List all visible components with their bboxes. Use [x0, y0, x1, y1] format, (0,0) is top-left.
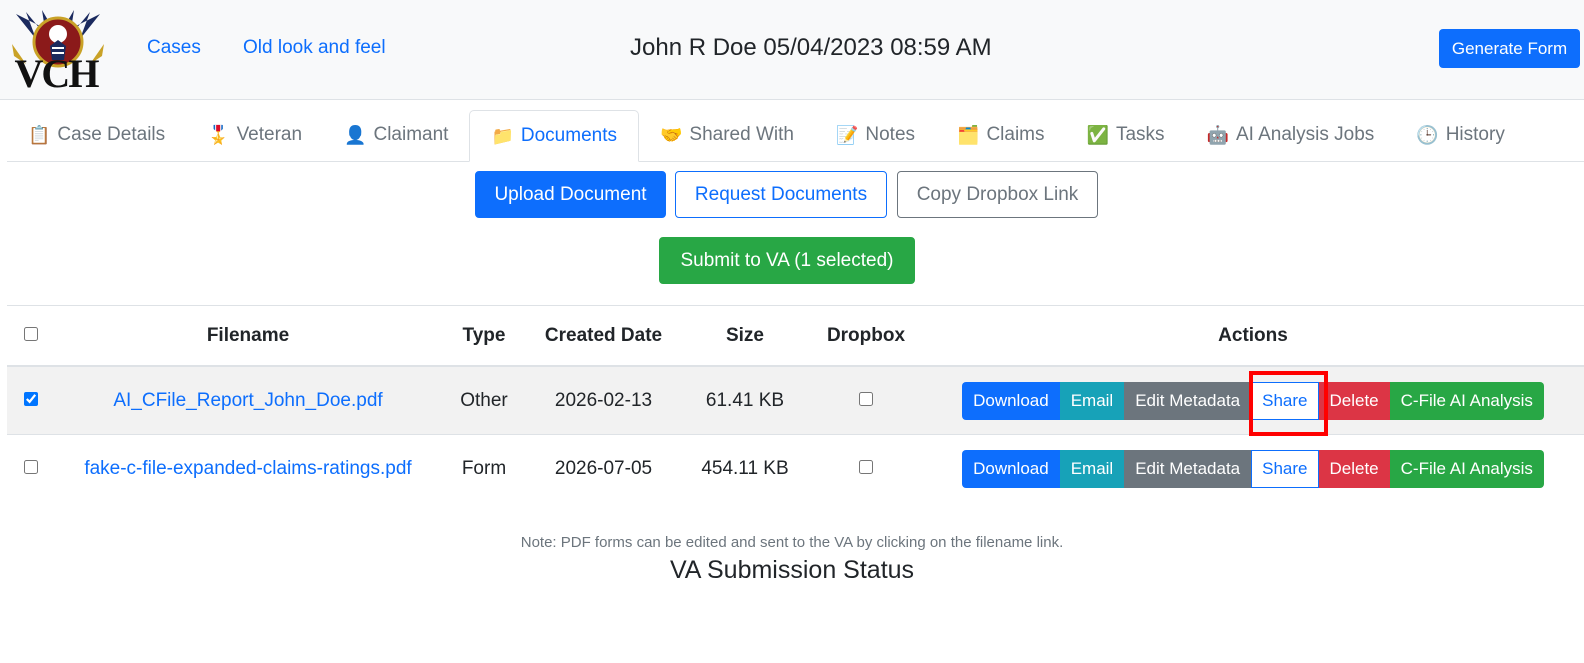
created-date-cell: 2026-02-13	[527, 366, 680, 435]
case-title: John R Doe 05/04/2023 08:59 AM	[630, 34, 992, 61]
tab-shared-with[interactable]: 🤝 Shared With	[639, 110, 815, 160]
select-all-header	[7, 305, 55, 367]
tab-history[interactable]: 🕒 History	[1395, 110, 1526, 160]
tab-label: Veteran	[236, 124, 303, 145]
tab-case-details[interactable]: 📋 Case Details	[7, 110, 186, 160]
row-select-cell	[7, 435, 55, 503]
table-row: fake-c-file-expanded-claims-ratings.pdf …	[7, 435, 1584, 503]
edit-metadata-button[interactable]: Edit Metadata	[1124, 449, 1252, 488]
tab-label: Tasks	[1115, 124, 1165, 145]
va-submission-status-heading: VA Submission Status	[669, 556, 915, 584]
tab-claims[interactable]: 🗂️ Claims	[936, 110, 1065, 160]
generate-form-button[interactable]: Generate Form	[1439, 29, 1580, 68]
filename-link[interactable]: fake-c-file-expanded-claims-ratings.pdf	[84, 458, 411, 479]
copy-dropbox-link-button[interactable]: Copy Dropbox Link	[897, 171, 1098, 218]
column-header-size[interactable]: Size	[680, 305, 810, 367]
email-button[interactable]: Email	[1059, 449, 1125, 488]
delete-button[interactable]: Delete	[1318, 381, 1390, 420]
folder-icon: 📁	[491, 125, 514, 146]
person-icon: 👤	[344, 124, 367, 145]
share-button[interactable]: Share	[1251, 449, 1319, 488]
submit-to-va-button[interactable]: Submit to VA (1 selected)	[659, 237, 915, 284]
tab-claimant[interactable]: 👤 Claimant	[323, 110, 469, 160]
clipboard-icon: 📋	[28, 124, 51, 145]
cfile-ai-analysis-button[interactable]: C-File AI Analysis	[1389, 381, 1544, 420]
row-action-group: Download Email Edit Metadata Share Delet…	[962, 381, 1544, 420]
tab-tasks[interactable]: ✅ Tasks	[1066, 110, 1186, 160]
logo-text: VCH	[14, 51, 100, 96]
row-select-cell	[7, 366, 55, 435]
tab-label: AI Analysis Jobs	[1235, 124, 1375, 145]
nav-link-old-look[interactable]: Old look and feel	[243, 37, 386, 59]
dropbox-cell	[810, 435, 922, 503]
case-tabs: 📋 Case Details 🎖️ Veteran 👤 Claimant 📁 Docum…	[7, 110, 1584, 162]
memo-icon: 📝	[835, 124, 859, 145]
table-header-row: Filename Type Created Date Size Dropbox …	[7, 305, 1584, 367]
size-cell: 61.41 KB	[680, 366, 810, 435]
request-documents-button[interactable]: Request Documents	[675, 171, 887, 218]
type-cell: Form	[461, 457, 507, 479]
medal-icon: 🎖️	[207, 124, 230, 145]
dropbox-checkbox[interactable]	[859, 459, 873, 474]
tab-documents[interactable]: 📁 Documents	[469, 110, 639, 162]
tab-label: Case Details	[57, 124, 166, 145]
nav-link-cases[interactable]: Cases	[147, 37, 201, 59]
tab-notes[interactable]: 📝 Notes	[815, 110, 936, 160]
actions-cell: Download Email Edit Metadata Share Delet…	[922, 366, 1584, 435]
column-header-filename[interactable]: Filename	[55, 305, 441, 367]
row-action-group: Download Email Edit Metadata Share Delet…	[962, 449, 1544, 488]
row-select-checkbox[interactable]	[24, 459, 38, 474]
dropbox-checkbox[interactable]	[859, 391, 873, 406]
column-header-actions: Actions	[922, 305, 1584, 367]
tab-label: History	[1445, 124, 1505, 145]
dropbox-cell	[810, 366, 922, 435]
tab-label: Notes	[865, 124, 916, 145]
column-header-type[interactable]: Type	[441, 305, 527, 367]
top-navbar: VCH Cases Old look and feel John R Doe 0…	[0, 0, 1584, 100]
filename-cell: fake-c-file-expanded-claims-ratings.pdf	[55, 435, 441, 503]
delete-button[interactable]: Delete	[1318, 449, 1390, 488]
clock-icon: 🕒	[1416, 124, 1439, 145]
tab-veteran[interactable]: 🎖️ Veteran	[186, 110, 323, 160]
filename-cell: AI_CFile_Report_John_Doe.pdf	[55, 366, 441, 435]
email-button[interactable]: Email	[1059, 381, 1125, 420]
row-select-checkbox[interactable]	[24, 391, 38, 406]
actions-cell: Download Email Edit Metadata Share Delet…	[922, 435, 1584, 503]
tab-label: Shared With	[689, 124, 794, 145]
tab-label: Claimant	[373, 124, 449, 145]
table-row: AI_CFile_Report_John_Doe.pdf Other 2026-…	[7, 366, 1584, 435]
tab-label: Documents	[520, 125, 617, 146]
tab-label: Claims	[986, 124, 1045, 145]
cfile-ai-analysis-button[interactable]: C-File AI Analysis	[1389, 449, 1544, 488]
download-button[interactable]: Download	[962, 381, 1060, 420]
upload-document-button[interactable]: Upload Document	[475, 171, 666, 218]
download-button[interactable]: Download	[962, 449, 1060, 488]
pdf-edit-note: Note: PDF forms can be edited and sent t…	[520, 534, 1064, 551]
documents-table: Filename Type Created Date Size Dropbox …	[7, 305, 1584, 502]
column-header-dropbox: Dropbox	[810, 305, 922, 367]
share-button[interactable]: Share	[1251, 381, 1319, 420]
filename-link[interactable]: AI_CFile_Report_John_Doe.pdf	[113, 390, 382, 411]
select-all-checkbox[interactable]	[24, 326, 38, 341]
column-header-created-date[interactable]: Created Date	[527, 305, 680, 367]
checkmark-icon: ✅	[1086, 124, 1109, 145]
handshake-icon: 🤝	[660, 124, 683, 145]
robot-icon: 🤖	[1206, 124, 1229, 145]
type-cell: Other	[441, 366, 527, 435]
created-date-cell: 2026-07-05	[554, 457, 653, 479]
tab-ai-analysis-jobs[interactable]: 🤖 AI Analysis Jobs	[1186, 110, 1396, 160]
edit-metadata-button[interactable]: Edit Metadata	[1124, 381, 1252, 420]
card-index-icon: 🗂️	[957, 124, 980, 145]
size-cell: 454.11 KB	[701, 457, 789, 479]
